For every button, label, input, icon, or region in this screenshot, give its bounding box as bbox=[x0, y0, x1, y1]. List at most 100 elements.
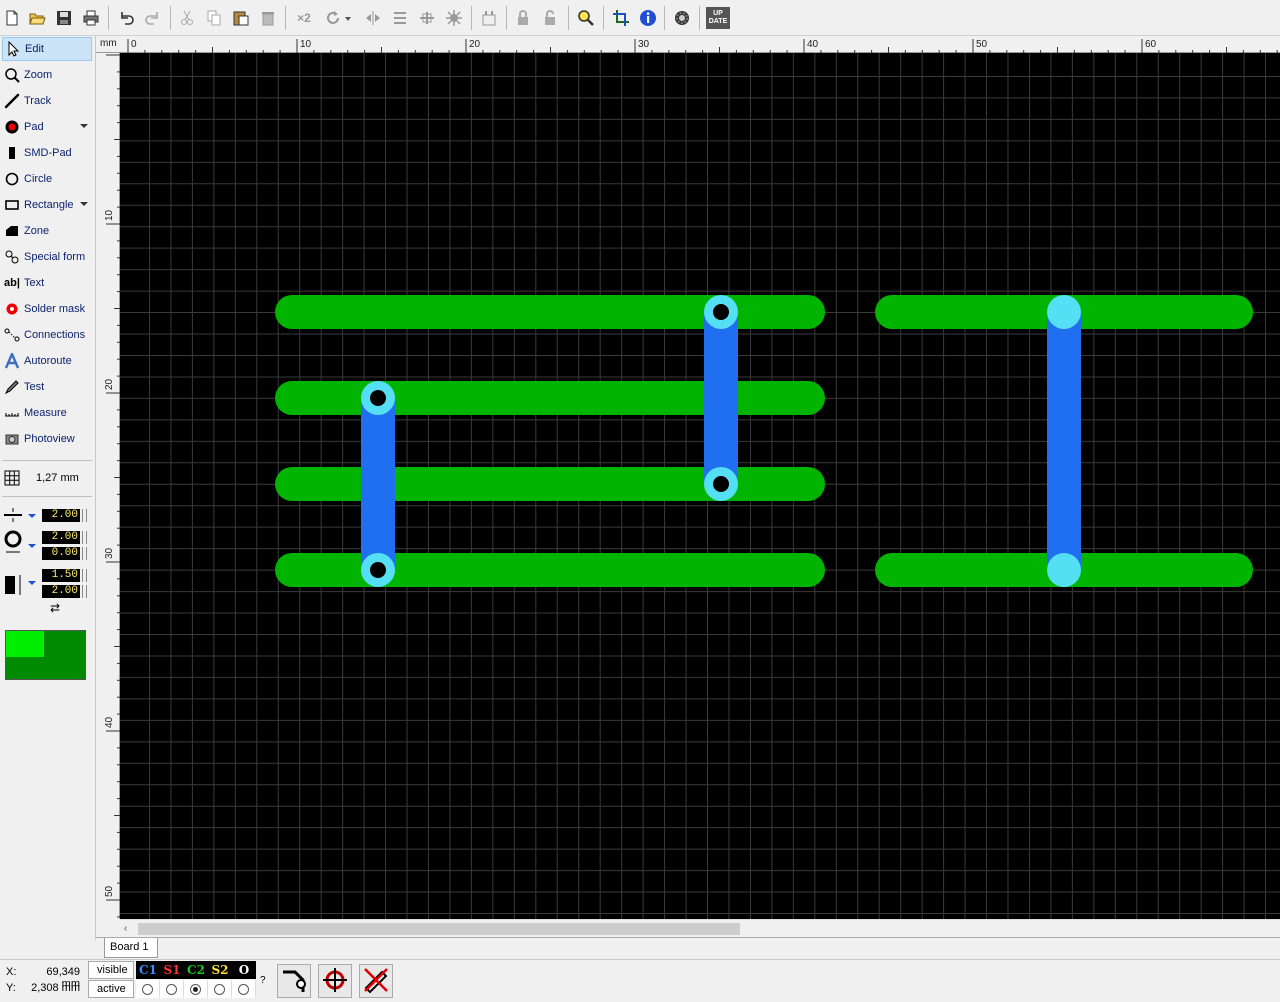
app-window: { "toolbar": { "items": [ {"icon": "new-… bbox=[0, 0, 1280, 1002]
routing-mode-button[interactable] bbox=[277, 964, 311, 998]
settings-gear-icon[interactable] bbox=[672, 8, 692, 28]
swap-icon[interactable]: ⇄ bbox=[50, 601, 60, 615]
radio-button-selected bbox=[190, 983, 201, 995]
layer-visible-c2[interactable]: C2 bbox=[184, 961, 208, 979]
tool-label: Connections bbox=[24, 329, 86, 341]
tool-special-form[interactable]: Special form bbox=[2, 245, 92, 269]
paste-icon[interactable] bbox=[231, 8, 251, 28]
photoview-icon bbox=[2, 429, 22, 449]
pcb-canvas[interactable] bbox=[120, 53, 1280, 919]
tool-circle[interactable]: Circle bbox=[2, 167, 92, 191]
measure-icon bbox=[2, 403, 22, 423]
rotate-dropdown-icon[interactable] bbox=[343, 8, 353, 28]
tool-solder-mask[interactable]: Solder mask bbox=[2, 297, 92, 321]
scroll-left-icon[interactable]: ‹ bbox=[124, 924, 134, 934]
tool-track[interactable]: Track bbox=[2, 89, 92, 113]
pad-size-dropdown-icon[interactable] bbox=[28, 544, 36, 548]
grid-label: 1,27 mm bbox=[36, 472, 79, 484]
smd-width-spinner[interactable] bbox=[82, 569, 87, 582]
layer-active-s2[interactable] bbox=[208, 980, 232, 998]
scrollbar-thumb[interactable] bbox=[138, 923, 740, 935]
tool-connections[interactable]: Connections bbox=[2, 323, 92, 347]
pad-inner-value[interactable]: 0.00 bbox=[42, 547, 80, 560]
tool-smd-pad[interactable]: SMD-Pad bbox=[2, 141, 92, 165]
track-width-spinner[interactable] bbox=[82, 509, 87, 522]
layer-visible-c1[interactable]: C1 bbox=[136, 961, 160, 979]
align-icon[interactable] bbox=[417, 8, 437, 28]
ruler-label: 30 bbox=[638, 39, 650, 50]
rotate-icon[interactable] bbox=[323, 8, 343, 28]
tool-photoview[interactable]: Photoview bbox=[2, 427, 92, 451]
layer-active-c1[interactable] bbox=[136, 980, 160, 998]
tool-measure[interactable]: Measure bbox=[2, 401, 92, 425]
rectangle-dropdown-icon[interactable] bbox=[80, 202, 88, 206]
duplicate-icon[interactable]: ×2 bbox=[292, 8, 316, 28]
tool-rectangle[interactable]: Rectangle bbox=[2, 193, 92, 217]
tool-autoroute[interactable]: Autoroute bbox=[2, 349, 92, 373]
unlock-icon[interactable] bbox=[540, 8, 560, 28]
undo-icon[interactable] bbox=[116, 8, 136, 28]
layer-preview-highlight bbox=[6, 631, 44, 657]
tool-label: Rectangle bbox=[24, 199, 74, 211]
copy-icon[interactable] bbox=[204, 8, 224, 28]
pad-dropdown-icon[interactable] bbox=[80, 124, 88, 128]
component-icon[interactable] bbox=[479, 8, 499, 28]
update-icon[interactable]: UP DATE bbox=[706, 7, 730, 29]
active-label: active bbox=[88, 980, 134, 998]
crop-icon[interactable] bbox=[611, 8, 631, 28]
tab-board-1[interactable]: Board 1 bbox=[104, 938, 158, 958]
mirror-vertical-icon[interactable] bbox=[390, 8, 410, 28]
track-width-dropdown-icon[interactable] bbox=[28, 514, 36, 518]
smd-size-icon bbox=[4, 573, 24, 597]
print-icon[interactable] bbox=[81, 8, 101, 28]
layer-visible-s1[interactable]: S1 bbox=[160, 961, 184, 979]
routing-icon bbox=[280, 966, 308, 997]
smd-size-dropdown-icon[interactable] bbox=[28, 581, 36, 585]
rubberband-button[interactable] bbox=[359, 964, 393, 998]
redo-icon[interactable] bbox=[143, 8, 163, 28]
zone-icon bbox=[2, 221, 22, 241]
track-width-icon bbox=[4, 508, 22, 522]
visible-label: visible bbox=[88, 961, 134, 979]
save-icon[interactable] bbox=[54, 8, 74, 28]
smd-height-value[interactable]: 2.00 bbox=[42, 585, 80, 598]
lock-icon[interactable] bbox=[513, 8, 533, 28]
tool-label: Pad bbox=[24, 121, 44, 133]
tool-text[interactable]: ab| Text bbox=[2, 271, 92, 295]
mirror-horizontal-icon[interactable] bbox=[363, 8, 383, 28]
layer-active-s1[interactable] bbox=[160, 980, 184, 998]
tool-pad[interactable]: Pad bbox=[2, 115, 92, 139]
connections-icon bbox=[2, 325, 22, 345]
ruler-label: 50 bbox=[976, 39, 988, 50]
pad-inner-spinner[interactable] bbox=[82, 547, 87, 560]
open-folder-icon[interactable] bbox=[27, 8, 47, 28]
horizontal-scrollbar[interactable]: ‹ bbox=[120, 919, 1280, 937]
pad-outer-value[interactable]: 2.00 bbox=[42, 531, 80, 544]
zoom-icon[interactable] bbox=[576, 8, 596, 28]
pad-outer-spinner[interactable] bbox=[82, 531, 87, 544]
cut-icon[interactable] bbox=[177, 8, 197, 28]
layer-visible-s2[interactable]: S2 bbox=[208, 961, 232, 979]
smd-width-value[interactable]: 1.50 bbox=[42, 569, 80, 582]
tool-zone[interactable]: Zone bbox=[2, 219, 92, 243]
layer-visible-o[interactable]: O bbox=[232, 961, 256, 979]
tool-label: Circle bbox=[24, 173, 53, 185]
track-width-value[interactable]: 2.00 bbox=[42, 509, 80, 522]
tool-edit[interactable]: Edit bbox=[2, 37, 92, 61]
tool-label: Photoview bbox=[24, 433, 75, 445]
tool-test[interactable]: Test bbox=[2, 375, 92, 399]
snap-button[interactable] bbox=[318, 964, 352, 998]
tool-zoom[interactable]: Zoom bbox=[2, 63, 92, 87]
layer-active-c2[interactable] bbox=[184, 980, 208, 998]
group-icon[interactable] bbox=[444, 8, 464, 28]
radio-dot bbox=[193, 986, 198, 992]
radio-button bbox=[238, 983, 249, 995]
smd-height-spinner[interactable] bbox=[82, 585, 87, 598]
new-file-icon[interactable] bbox=[2, 8, 22, 28]
delete-icon[interactable] bbox=[258, 8, 278, 28]
layer-active-o[interactable] bbox=[232, 980, 256, 998]
info-icon[interactable] bbox=[638, 8, 658, 28]
grid-selector[interactable]: 1,27 mm bbox=[2, 466, 92, 490]
ruler-label: 10 bbox=[104, 209, 115, 221]
layer-help[interactable]: ? bbox=[260, 975, 266, 986]
